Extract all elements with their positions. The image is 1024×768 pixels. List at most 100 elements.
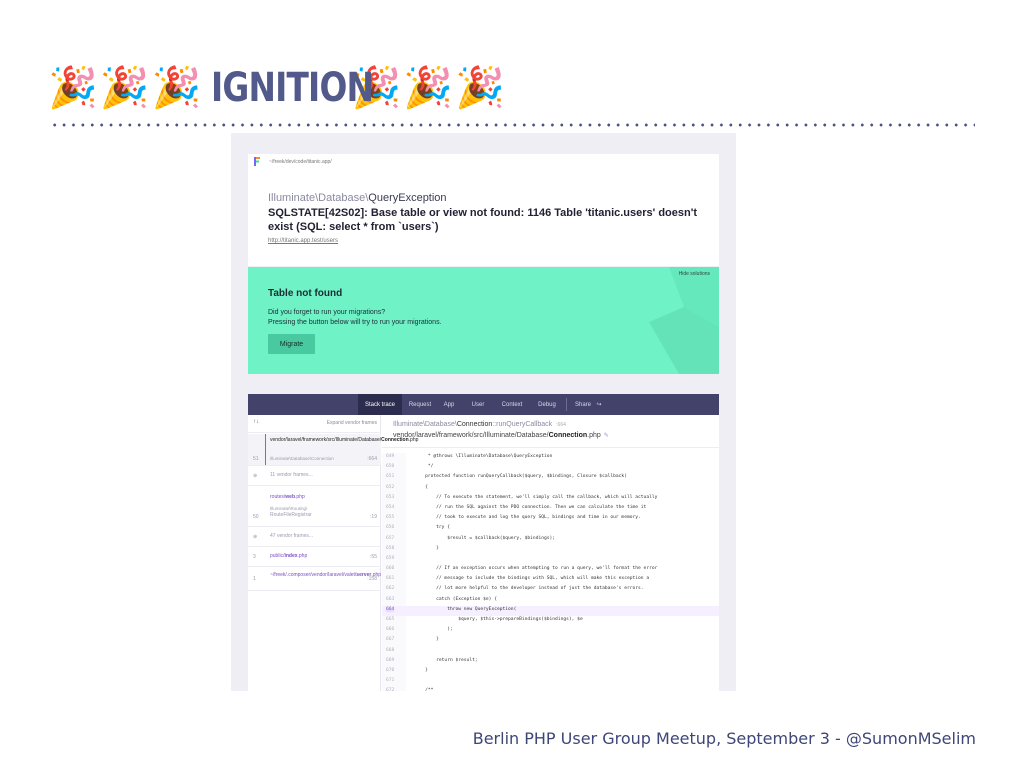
- frame-line: :19: [370, 514, 377, 520]
- code-line: 659: [382, 555, 719, 565]
- party-popper-icon: 🎉: [151, 65, 202, 111]
- stack-trace-panel: Stack trace Request App User Context Deb…: [248, 394, 719, 691]
- vendor-frames-collapsed[interactable]: ⊕ 47 vendor frames...: [248, 527, 381, 547]
- party-popper-icon: 🎉: [455, 65, 505, 111]
- code-file-dir: vendor/laravel/framework/src/Illuminate/…: [393, 432, 549, 439]
- edit-pencil-icon[interactable]: ✎: [604, 433, 609, 439]
- code-line: 668: [382, 647, 719, 657]
- stack-frame[interactable]: 3 public/index.php :55: [248, 547, 381, 567]
- code-line: 670 }: [382, 667, 719, 677]
- frame-path: ~/freek/.composer/vendor/laravel/valet/: [270, 572, 357, 578]
- code-viewer: Illuminate\Database\Connection::runQuery…: [382, 415, 719, 691]
- line-number[interactable]: 667: [386, 637, 394, 642]
- tab-stack-trace[interactable]: Stack trace: [358, 394, 402, 415]
- tab-debug[interactable]: Debug: [532, 394, 562, 415]
- line-code: protected function runQueryCallback($que…: [414, 474, 627, 480]
- line-number[interactable]: 653: [386, 495, 394, 500]
- code-line: 666 );: [382, 626, 719, 636]
- code-file-ext: .php: [587, 432, 601, 439]
- code-line: 654 // run the SQL against the PDO conne…: [382, 504, 719, 514]
- code-namespace: Illuminate\Database\: [393, 421, 457, 428]
- line-code: }: [414, 637, 439, 643]
- line-number[interactable]: 660: [386, 566, 394, 571]
- line-code: * @throws \Illuminate\Database\QueryExce…: [414, 454, 553, 459]
- stack-frame[interactable]: routes/web.php Illuminate\Routing\ 50 Ro…: [248, 486, 381, 527]
- line-number[interactable]: 655: [386, 515, 394, 520]
- error-card: ~/freek/dev/code/titanic.app/ Illuminate…: [248, 154, 719, 266]
- line-number[interactable]: 672: [386, 688, 394, 691]
- slide-title: 🎉 🎉 🎉 IGNITION 🎉 🎉 🎉: [48, 60, 507, 116]
- line-number[interactable]: 651: [386, 474, 394, 479]
- code-line: 649 * @throws \Illuminate\Database\Query…: [382, 453, 719, 463]
- frame-file: web: [285, 494, 296, 500]
- stack-frame[interactable]: 1 ~/freek/.composer/vendor/laravel/valet…: [248, 567, 381, 591]
- tab-request[interactable]: Request: [404, 394, 436, 415]
- stack-frame[interactable]: vendor/laravel/framework/src/Illuminate/…: [248, 434, 418, 466]
- code-line: 655 // took to execute and log the query…: [382, 514, 719, 524]
- code-line: 650 */: [382, 463, 719, 473]
- frame-number: 1: [253, 576, 256, 582]
- highlighted-code-line: 664 throw new QueryException(: [382, 605, 719, 616]
- tab-share[interactable]: Share: [571, 394, 595, 415]
- frame-line: :158: [367, 576, 377, 582]
- line-number[interactable]: 665: [386, 617, 394, 622]
- solution-decoration: [649, 267, 719, 374]
- line-number[interactable]: 662: [386, 586, 394, 591]
- code-line: 665 $query, $this->prepareBindings($bind…: [382, 616, 719, 626]
- migrate-button[interactable]: Migrate: [268, 334, 315, 354]
- line-number[interactable]: 652: [386, 485, 394, 490]
- frame-number: 51: [253, 456, 259, 462]
- code-line: 651 protected function runQueryCallback(…: [382, 473, 719, 483]
- flare-logo-icon: [254, 157, 260, 166]
- solution-description-2: Pressing the button below will try to ru…: [268, 319, 442, 326]
- project-path: ~/freek/dev/code/titanic.app/: [269, 159, 332, 165]
- exception-message: SQLSTATE[42S02]: Base table or view not …: [268, 207, 697, 233]
- code-line: 653 // To execute the statement, we'll s…: [382, 494, 719, 504]
- line-number[interactable]: 657: [386, 536, 394, 541]
- line-number[interactable]: 670: [386, 668, 394, 673]
- line-number[interactable]: 663: [386, 597, 394, 602]
- hide-solutions-link[interactable]: Hide solutions: [679, 271, 710, 277]
- line-number[interactable]: 661: [386, 576, 394, 581]
- line-number[interactable]: 649: [386, 454, 394, 459]
- code-line: 660 // If an exception occurs when attem…: [382, 565, 719, 575]
- slide-title-text: IGNITION: [211, 65, 374, 111]
- frame-path: vendor/laravel/framework/src/Illuminate/…: [270, 437, 382, 443]
- expand-vendor-frames-button[interactable]: Expand vendor frames: [327, 420, 377, 426]
- tab-context[interactable]: Context: [496, 394, 528, 415]
- expand-icon: ⊕: [253, 473, 258, 479]
- code-line: 667 }: [382, 636, 719, 646]
- vendor-frames-collapsed[interactable]: ⊕ 11 vendor frames...: [248, 466, 381, 486]
- party-popper-icon: 🎉: [403, 65, 454, 111]
- line-number[interactable]: 671: [386, 678, 394, 683]
- line-code: // To execute the statement, we'll simpl…: [414, 494, 658, 500]
- request-url-link[interactable]: http://titanic.app.test/users: [268, 238, 338, 244]
- line-number[interactable]: 659: [386, 556, 394, 561]
- tab-bar: Stack trace Request App User Context Deb…: [248, 394, 719, 415]
- frame-number: 3: [253, 554, 256, 560]
- frame-line: :55: [370, 554, 377, 560]
- line-number[interactable]: 656: [386, 525, 394, 530]
- line-code: catch (Exception $e) {: [414, 596, 497, 602]
- line-code: // If an exception occurs when attemptin…: [414, 566, 658, 572]
- tab-app[interactable]: App: [438, 394, 460, 415]
- frame-path: routes/: [270, 494, 286, 500]
- frame-nav-arrows-icon[interactable]: ↑↓: [253, 419, 259, 425]
- line-number[interactable]: 669: [386, 658, 394, 663]
- share-icon[interactable]: ↪: [594, 394, 604, 415]
- line-number[interactable]: 654: [386, 505, 394, 510]
- code-line-badge: :664: [556, 422, 566, 428]
- line-code: {: [414, 484, 428, 490]
- code-frame-class: Illuminate\Database\Connection::runQuery…: [393, 421, 566, 428]
- slide-footer: Berlin PHP User Group Meetup, September …: [472, 729, 976, 748]
- line-number[interactable]: 650: [386, 464, 394, 469]
- code-header: Illuminate\Database\Connection::runQuery…: [382, 415, 719, 448]
- line-number[interactable]: 664: [386, 606, 395, 612]
- line-code: );: [414, 627, 453, 633]
- tab-user[interactable]: User: [467, 394, 489, 415]
- frames-header: ↑↓ Expand vendor frames: [248, 415, 381, 433]
- code-class: Connection: [456, 421, 493, 428]
- line-number[interactable]: 658: [386, 546, 394, 551]
- line-number[interactable]: 668: [386, 648, 394, 653]
- line-number[interactable]: 666: [386, 627, 394, 632]
